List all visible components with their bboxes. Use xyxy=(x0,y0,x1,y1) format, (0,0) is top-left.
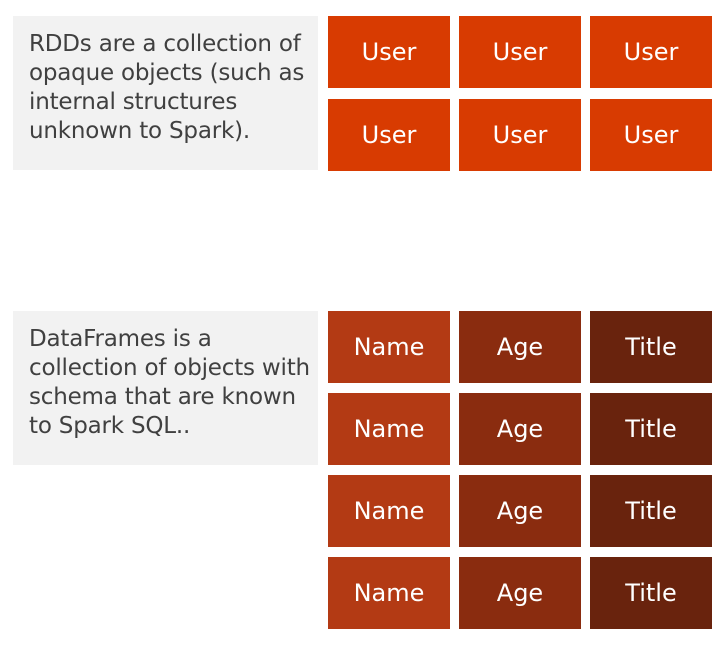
dataframe-cell-age: Age xyxy=(459,557,581,629)
rdd-cell: User xyxy=(590,16,712,88)
rdd-cell: User xyxy=(328,99,450,171)
dataframe-cell-age: Age xyxy=(459,311,581,383)
dataframe-cell-title: Title xyxy=(590,475,712,547)
dataframe-description: DataFrames is a collection of objects wi… xyxy=(13,311,318,465)
rdd-cell: User xyxy=(590,99,712,171)
rdd-cell: User xyxy=(328,16,450,88)
dataframe-cell-title: Title xyxy=(590,557,712,629)
dataframe-cell-title: Title xyxy=(590,393,712,465)
dataframe-cell-name: Name xyxy=(328,393,450,465)
rdd-cell: User xyxy=(459,16,581,88)
dataframe-cell-name: Name xyxy=(328,311,450,383)
rdd-description: RDDs are a collection of opaque objects … xyxy=(13,16,318,170)
dataframe-cell-title: Title xyxy=(590,311,712,383)
dataframe-cell-age: Age xyxy=(459,475,581,547)
dataframe-cell-age: Age xyxy=(459,393,581,465)
dataframe-cell-name: Name xyxy=(328,475,450,547)
rdd-cell: User xyxy=(459,99,581,171)
dataframe-cell-name: Name xyxy=(328,557,450,629)
